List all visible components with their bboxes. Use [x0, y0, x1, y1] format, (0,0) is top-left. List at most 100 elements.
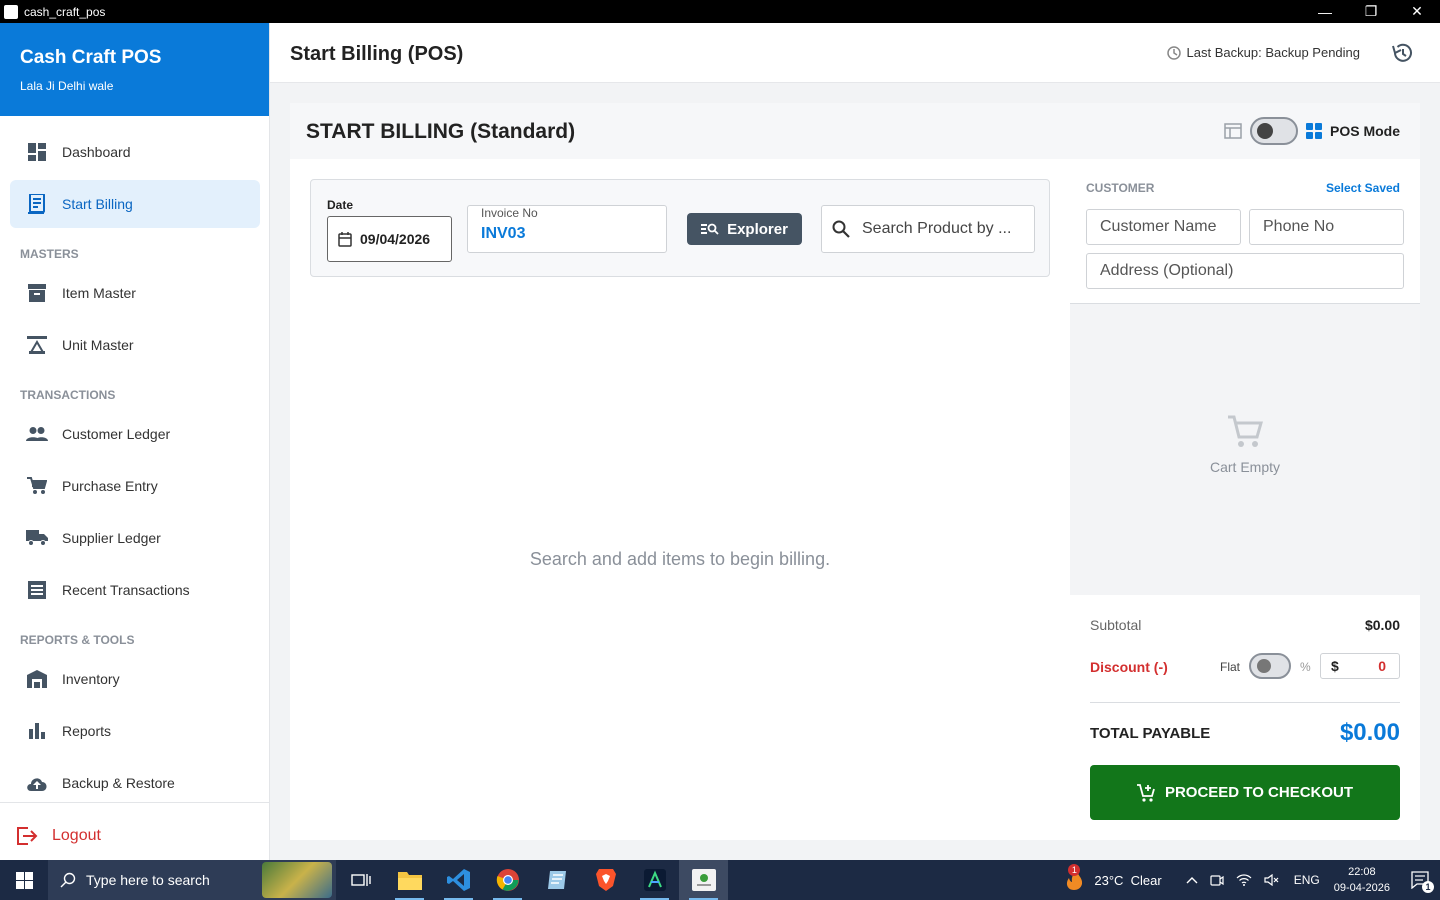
sidebar-item-inventory[interactable]: Inventory [10, 655, 260, 703]
window-title: cash_craft_pos [24, 4, 106, 19]
clock-date: 09-04-2026 [1333, 882, 1390, 894]
sidebar-divider [0, 802, 270, 803]
right-column: CUSTOMER Select Saved Customer Name Phon… [1070, 159, 1420, 840]
page-title: Start Billing (POS) [290, 43, 464, 65]
taskbar-vscode[interactable] [434, 860, 483, 900]
sidebar-item-customer-ledger[interactable]: Customer Ledger [10, 410, 260, 458]
sidebar-item-recent-transactions[interactable]: Recent Transactions [10, 566, 260, 614]
folder-icon [397, 870, 422, 890]
customer-label: CUSTOMER [1086, 181, 1155, 195]
totals-section: Subtotal $0.00 Discount (-) Flat % $ 0 T… [1070, 595, 1420, 840]
add-cart-icon [1136, 783, 1155, 802]
backup-status: Last Backup: Backup Pending [1166, 45, 1360, 60]
sidebar-item-unit-master[interactable]: Unit Master [10, 321, 260, 369]
date-picker[interactable]: 09/04/2026 [327, 216, 452, 262]
sidebar-item-label: Unit Master [62, 337, 134, 353]
date-value: 09/04/2026 [360, 231, 431, 247]
empty-items-message: Search and add items to begin billing. [529, 549, 831, 569]
billing-input-bar: Date 09/04/2026 Invoice No INV03 Explore… [310, 179, 1050, 277]
total-payable-label: TOTAL PAYABLE [1090, 724, 1211, 742]
brand-subtitle: Lala Ji Delhi wale [20, 79, 114, 93]
discount-type-toggle[interactable] [1249, 653, 1291, 679]
total-payable-row: TOTAL PAYABLE $0.00 [1090, 719, 1400, 747]
grid-view-icon [1305, 123, 1322, 139]
mode-switcher: POS Mode [1224, 117, 1400, 145]
sidebar-item-start-billing[interactable]: Start Billing [10, 180, 260, 228]
list-icon [26, 579, 48, 601]
currency-symbol: $ [1331, 658, 1339, 674]
language-indicator[interactable]: ENG [1294, 873, 1320, 887]
taskbar-notes-app[interactable] [532, 860, 581, 900]
wifi-icon[interactable] [1236, 874, 1252, 886]
weather-widget[interactable]: 1 23°C Clear [1062, 864, 1162, 892]
product-search[interactable] [821, 205, 1035, 253]
toggle-knob [1256, 123, 1273, 139]
sidebar-item-label: Recent Transactions [62, 582, 190, 598]
taskbar-cash-craft[interactable] [679, 860, 728, 900]
bar-chart-icon [26, 720, 48, 742]
explorer-label: Explorer [727, 220, 788, 238]
billing-panel-header: START BILLING (Standard) POS Mode [290, 103, 1420, 159]
meet-now-icon[interactable] [1210, 873, 1224, 887]
android-studio-icon [643, 869, 666, 891]
chevron-up-icon[interactable] [1186, 876, 1198, 884]
sidebar-item-label: Customer Ledger [62, 426, 171, 442]
taskbar-search[interactable]: Type here to search [48, 860, 336, 900]
restore-button[interactable]: ❐ [1348, 0, 1394, 23]
warehouse-icon [26, 668, 48, 690]
discount-label: Discount (-) [1090, 659, 1168, 675]
discount-input[interactable]: $ 0 [1320, 653, 1400, 679]
notification-center-button[interactable]: 1 [1400, 871, 1440, 893]
task-view-icon [350, 872, 371, 888]
cloud-upload-icon [26, 772, 48, 794]
cash-craft-app-icon [691, 869, 716, 891]
subtotal-row: Subtotal $0.00 [1090, 617, 1400, 633]
taskbar-chrome[interactable] [483, 860, 532, 900]
taskbar-android-studio[interactable] [630, 860, 679, 900]
logout-button[interactable]: Logout [16, 823, 101, 849]
history-icon [1391, 42, 1413, 64]
sidebar-item-reports[interactable]: Reports [10, 707, 260, 755]
close-button[interactable]: ✕ [1394, 0, 1440, 23]
invoice-number-field[interactable]: Invoice No INV03 [467, 205, 667, 253]
phone-field[interactable]: Phone No [1249, 209, 1404, 245]
truck-icon [26, 527, 48, 549]
volume-muted-icon[interactable] [1264, 874, 1280, 886]
address-field[interactable]: Address (Optional) [1086, 253, 1404, 289]
sidebar-item-purchase-entry[interactable]: Purchase Entry [10, 462, 260, 510]
calendar-icon [338, 231, 352, 247]
customer-name-field[interactable]: Customer Name [1086, 209, 1241, 245]
invoice-label: Invoice No [481, 206, 538, 220]
subtotal-value: $0.00 [1364, 617, 1400, 633]
percent-label: % [1300, 660, 1311, 674]
brave-icon [595, 868, 617, 892]
product-search-input[interactable] [862, 220, 1022, 238]
customer-section: CUSTOMER Select Saved Customer Name Phon… [1070, 159, 1420, 304]
taskbar-brave[interactable] [581, 860, 630, 900]
notification-count: 1 [1422, 881, 1434, 893]
select-saved-link[interactable]: Select Saved [1326, 181, 1400, 195]
sidebar-item-item-master[interactable]: Item Master [10, 269, 260, 317]
taskbar-clock[interactable]: 22:08 09-04-2026 [1334, 864, 1390, 896]
scale-icon [26, 334, 48, 356]
pos-mode-toggle[interactable] [1249, 117, 1298, 145]
explorer-button[interactable]: Explorer [687, 213, 802, 245]
checkout-label: PROCEED TO CHECKOUT [1164, 784, 1354, 801]
proceed-to-checkout-button[interactable]: PROCEED TO CHECKOUT [1090, 765, 1400, 820]
notification-icon: 1 [1411, 871, 1434, 893]
nav-section-reports-tools: REPORTS & TOOLS [20, 633, 135, 647]
sidebar-item-backup-restore[interactable]: Backup & Restore [10, 759, 260, 807]
taskbar-file-explorer[interactable] [385, 860, 434, 900]
toggle-knob [1257, 659, 1271, 673]
logout-icon [16, 823, 42, 849]
clock-time: 22:08 [1348, 866, 1376, 878]
sidebar-item-supplier-ledger[interactable]: Supplier Ledger [10, 514, 260, 562]
minimize-button[interactable]: — [1302, 0, 1348, 23]
sidebar-item-dashboard[interactable]: Dashboard [10, 128, 260, 176]
sidebar-item-label: Item Master [62, 285, 136, 301]
windows-icon [15, 871, 33, 889]
task-view-button[interactable] [336, 860, 385, 900]
history-button[interactable] [1390, 41, 1414, 65]
window-controls: — ❐ ✕ [1302, 0, 1440, 23]
start-button[interactable] [0, 860, 48, 900]
